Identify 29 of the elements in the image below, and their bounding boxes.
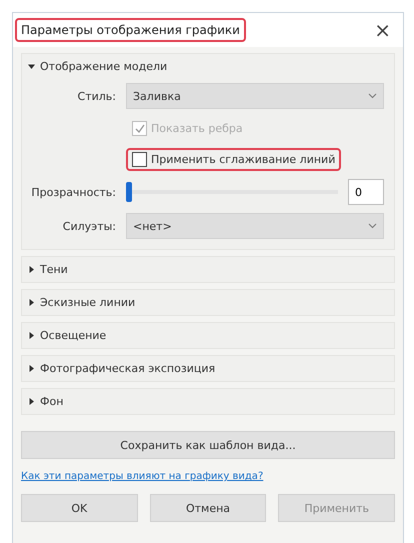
chevron-down-icon [368,93,377,99]
save-template-button[interactable]: Сохранить как шаблон вида... [21,431,395,459]
collapsed-triangle-icon [28,266,35,273]
close-button[interactable]: × [370,18,395,42]
dialog-button[interactable]: OK [21,494,138,522]
section-header[interactable]: Фон [22,389,394,414]
field-label: Силуэты: [62,220,116,232]
number-field[interactable]: 0 [348,179,384,205]
section-header[interactable]: Эскизные линии [22,290,394,315]
collapsed-triangle-icon [28,365,35,372]
dialog-button[interactable]: Отмена [150,494,266,522]
chevron-down-icon [368,223,377,229]
section-header[interactable]: Тени [22,257,394,282]
collapsed-triangle-icon [28,332,35,339]
field-label: Стиль: [76,90,116,102]
collapsed-triangle-icon [28,299,35,306]
section-header[interactable]: Освещение [22,323,394,348]
slider-thumb[interactable] [126,182,132,202]
field-label: Прозрачность: [30,186,116,198]
expanded-triangle-icon [28,63,35,70]
help-link[interactable]: Как эти параметры влияют на графику вида? [21,471,395,482]
section-header[interactable]: Фотографическая экспозиция [22,356,394,381]
silhouettes-dropdown[interactable]: <нет> [126,213,384,239]
window-title: Параметры отображения графики [15,18,246,42]
checkmark-icon [134,124,144,134]
style-dropdown[interactable]: Заливка [126,83,384,109]
checkbox[interactable]: Применить сглаживание линий [126,148,342,171]
collapsed-triangle-icon [28,398,35,405]
section-header[interactable]: Отображение модели [22,54,394,79]
